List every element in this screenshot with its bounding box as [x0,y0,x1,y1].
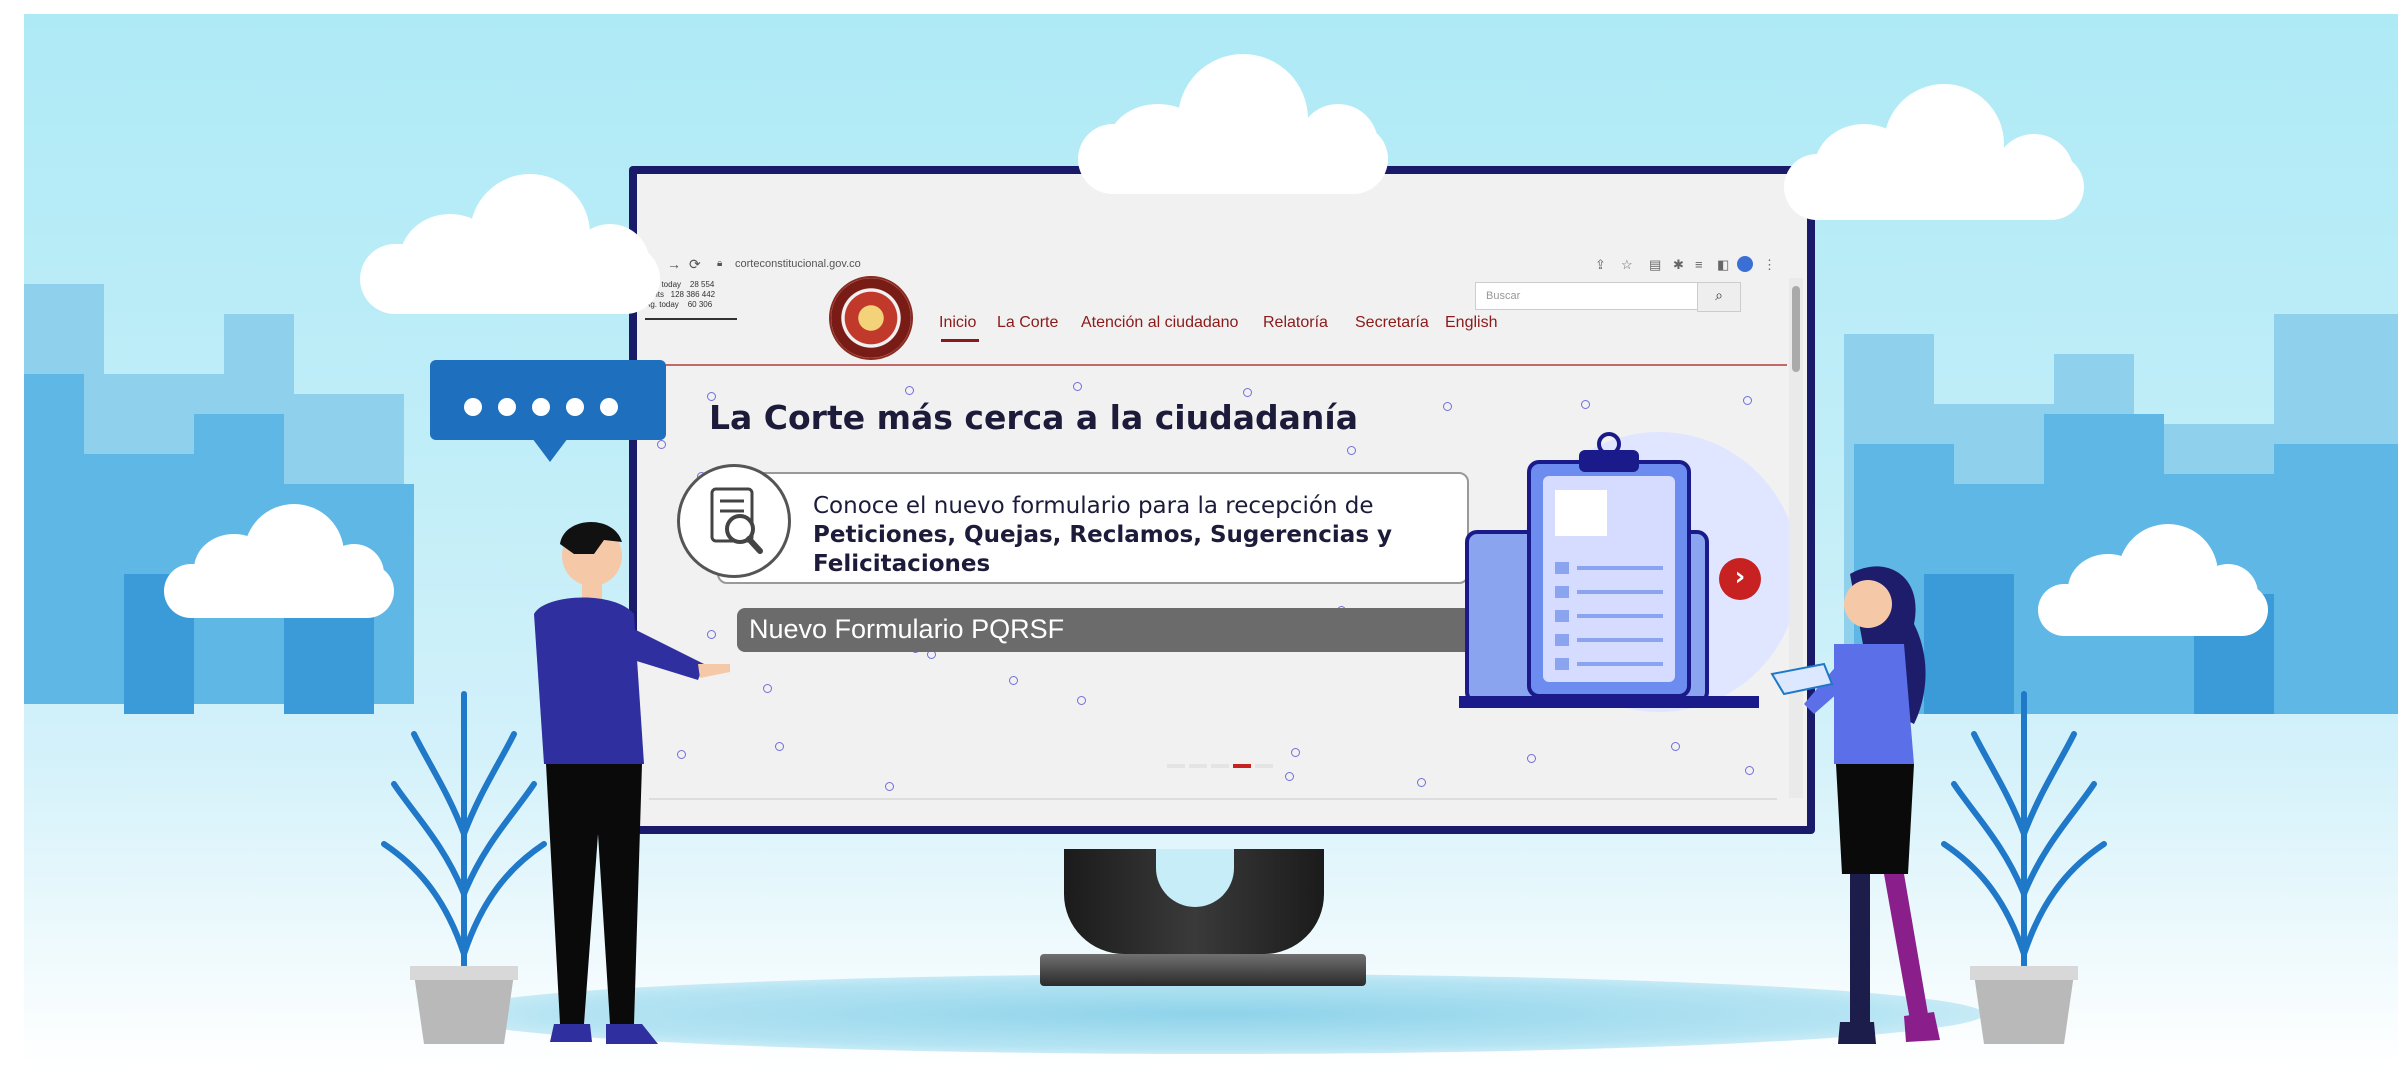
search-placeholder: Buscar [1486,290,1521,302]
forward-arrow-icon[interactable]: → [667,256,681,272]
decorative-dot [885,782,894,791]
form-card-text: Conoce el nuevo formulario para la recep… [813,492,1453,579]
monitor-base [1040,954,1366,986]
carousel-indicator-5[interactable] [1255,764,1273,768]
menu-dots-icon[interactable]: ⋮ [1763,257,1776,273]
bubble-dot [566,398,584,416]
decorative-dot [1527,754,1536,763]
search-input[interactable]: Buscar [1475,282,1699,310]
scrollbar-thumb[interactable] [1792,286,1800,372]
form-card-bold: Peticiones, Quejas, Reclamos, Sugerencia… [813,522,1393,577]
sidebar-icon[interactable]: ◧ [1717,257,1729,273]
header-divider [637,364,1787,366]
carousel-indicator-4[interactable] [1233,764,1251,768]
decorative-dot [1417,778,1426,787]
decorative-dot [1743,396,1752,405]
puzzle-icon[interactable]: ✱ [1673,257,1684,273]
decorative-dot [905,386,914,395]
form-card-intro: Conoce el nuevo formulario para la recep… [813,493,1374,519]
active-nav-indicator [941,339,979,342]
chevron-right-icon[interactable]: › [1719,558,1761,600]
pqrsf-button[interactable]: Nuevo Formulario PQRSF [737,608,1509,652]
decorative-dot [1285,772,1294,781]
lock-icon: 🔒︎ [717,258,723,269]
nav-item-secretaria[interactable]: Secretaría [1355,314,1429,332]
bubble-dot [532,398,550,416]
decorative-dot [1671,742,1680,751]
profile-icon[interactable] [1737,256,1753,272]
speech-bubble-tail [532,438,568,462]
browser-toolbar: ← → ⟳ 🔒︎ corteconstitucional.gov.co ⇪ ☆ … [637,254,1807,276]
pqrsf-button-label: Nuevo Formulario PQRSF [749,614,1065,644]
cloud [1078,54,1388,204]
content-divider [649,798,1777,800]
nav-item-la-corte[interactable]: La Corte [997,314,1058,332]
nav-item-english[interactable]: English [1445,314,1497,332]
decorative-dot [1073,382,1082,391]
court-seal-logo[interactable] [829,276,913,360]
share-icon[interactable]: ⇪ [1595,257,1606,273]
cloud [360,174,660,324]
decorative-dot [1243,388,1252,397]
reading-list-icon[interactable]: ≡ [1695,257,1703,272]
reload-icon[interactable]: ⟳ [689,256,701,273]
woman-figure [1770,566,1940,1044]
search-icon[interactable]: ⌕ [1697,282,1741,312]
illustration-scene: ← → ⟳ 🔒︎ corteconstitucional.gov.co ⇪ ☆ … [24,14,2398,1067]
hero-title: La Corte más cerca a la ciudadanía [709,398,1358,437]
decorative-dot [1443,402,1452,411]
extensions-icon[interactable]: ▤ [1649,257,1661,273]
decorative-dot [657,440,666,449]
decorative-dot [1745,766,1754,775]
decorative-dot [1291,748,1300,757]
cloud [1784,84,2084,234]
decorative-dot [1009,676,1018,685]
nav-item-relatoria[interactable]: Relatoría [1263,314,1328,332]
monitor: ← → ⟳ 🔒︎ corteconstitucional.gov.co ⇪ ☆ … [629,166,1815,834]
cloud [164,504,394,624]
decorative-dot [763,684,772,693]
bubble-dot [600,398,618,416]
address-bar[interactable]: corteconstitucional.gov.co [735,258,861,270]
bubble-dot [498,398,516,416]
bubble-dot [464,398,482,416]
decorative-dot [1347,446,1356,455]
decorative-dot [1077,696,1086,705]
nav-item-atencion[interactable]: Atención al ciudadano [1081,314,1238,332]
man-figure [534,521,730,1044]
carousel-indicator-2[interactable] [1189,764,1207,768]
decorative-dot [775,742,784,751]
star-icon[interactable]: ☆ [1621,257,1633,273]
decorative-dot [1581,400,1590,409]
carousel-indicator-1[interactable] [1167,764,1185,768]
site-header: Hoy today 28 554 Visits 128 386 442 Ag. … [637,276,1807,360]
carousel-indicator-3[interactable] [1211,764,1229,768]
monitor-screen: ← → ⟳ 🔒︎ corteconstitucional.gov.co ⇪ ☆ … [637,174,1807,826]
nav-item-inicio[interactable]: Inicio [939,314,976,332]
cloud [2038,524,2268,644]
